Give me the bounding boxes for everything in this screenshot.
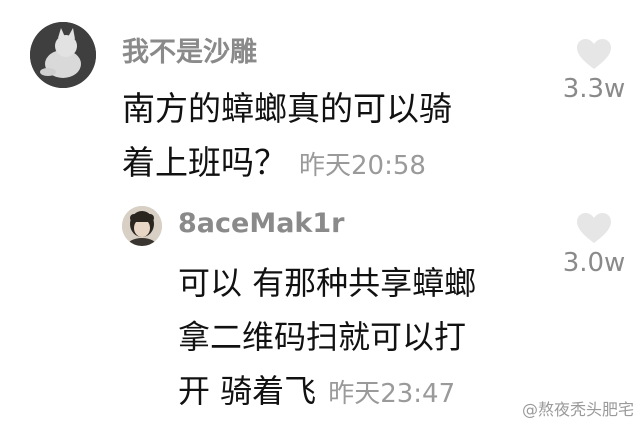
like-button[interactable]: 3.0w	[556, 212, 632, 278]
heart-icon	[577, 39, 611, 69]
comment-line-text: 开 骑着飞	[178, 372, 317, 410]
comment-line-last: 开 骑着飞 昨天23:47	[178, 364, 476, 421]
username[interactable]: 我不是沙雕	[122, 30, 257, 69]
like-count: 3.0w	[562, 248, 626, 278]
timestamp: 昨天23:47	[328, 379, 456, 409]
timestamp: 昨天20:58	[299, 151, 426, 181]
like-button[interactable]: 3.3w	[556, 38, 632, 104]
comment-text: 南方的蟑螂真的可以骑 着上班吗？ 昨天20:58	[122, 82, 452, 193]
comment-text: 可以 有那种共享蟑螂 拿二维码扫就可以打 开 骑着飞 昨天23:47	[178, 256, 476, 421]
comment-line: 南方的蟑螂真的可以骑	[122, 89, 452, 128]
comment-line: 拿二维码扫就可以打	[178, 318, 467, 356]
avatar[interactable]	[122, 206, 162, 246]
comment-line: 可以 有那种共享蟑螂	[178, 264, 477, 302]
username[interactable]: 8aceMak1r	[178, 208, 344, 239]
cat-avatar-icon	[30, 22, 96, 88]
comment-line-text: 着上班吗？	[122, 143, 287, 182]
person-avatar-icon	[122, 206, 162, 246]
heart-icon	[577, 213, 611, 243]
comment-line-last: 着上班吗？ 昨天20:58	[122, 136, 452, 193]
like-count: 3.3w	[562, 74, 626, 104]
avatar[interactable]	[30, 22, 96, 88]
watermark: @熬夜秃头肥宅	[521, 400, 634, 419]
